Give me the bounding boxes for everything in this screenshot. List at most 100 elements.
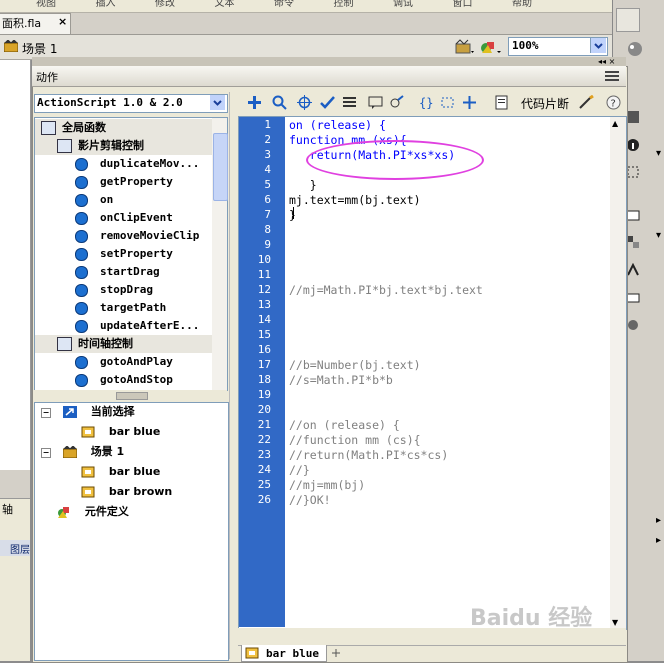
chevron-down-icon[interactable]: [590, 38, 606, 53]
splitter-handle[interactable]: [116, 392, 148, 400]
code-line[interactable]: //mj=Math.PI*bj.text*bj.text: [289, 283, 483, 297]
action-icon: [75, 157, 88, 171]
script-assist-icon[interactable]: [578, 94, 594, 110]
category-movieclip-control[interactable]: 影片剪辑控制: [35, 137, 215, 155]
script-navigator[interactable]: − 当前选择 bar blue − 场景 1 bar blue bar brow…: [34, 402, 229, 661]
code-line[interactable]: on (release) {: [289, 118, 386, 132]
list-item[interactable]: stopDrag: [75, 281, 153, 299]
collapse-selection-icon[interactable]: [440, 95, 455, 110]
menu-item[interactable]: 插入: [96, 0, 116, 9]
pin-script-icon[interactable]: [330, 647, 342, 662]
help-icon[interactable]: ?: [606, 95, 621, 110]
panel-menu-icon[interactable]: [605, 70, 619, 82]
code-line[interactable]: //return(Math.PI*cs*cs): [289, 448, 448, 462]
code-hint-icon[interactable]: [368, 95, 383, 110]
nav-label: 元件定义: [84, 505, 129, 518]
scroll-down-icon[interactable]: ▼: [612, 618, 618, 627]
code-line[interactable]: }: [289, 178, 317, 192]
expand-all-icon[interactable]: [462, 95, 477, 110]
tool-button[interactable]: [616, 8, 640, 32]
edit-symbols-icon[interactable]: [480, 39, 502, 58]
code-line[interactable]: //mj=mm(bj): [289, 478, 365, 492]
line-number: 26: [257, 493, 271, 506]
category-timeline-control[interactable]: 时间轴控制: [35, 335, 215, 353]
scroll-up-icon[interactable]: ▲: [612, 119, 618, 128]
code-line[interactable]: //}: [289, 463, 310, 477]
chevron-right-icon[interactable]: ▸: [656, 515, 661, 526]
code-line[interactable]: mj.text=mm(bj.text): [289, 193, 421, 207]
behaviors-icon[interactable]: [626, 262, 640, 280]
folder-icon[interactable]: [626, 290, 640, 307]
menu-item[interactable]: 视图: [36, 0, 56, 9]
snippets-icon[interactable]: [494, 95, 509, 110]
debug-options-icon[interactable]: [390, 95, 405, 110]
align-icon[interactable]: [626, 110, 640, 127]
list-item[interactable]: targetPath: [75, 299, 166, 317]
menu-item[interactable]: 修改: [155, 0, 175, 9]
close-document-button[interactable]: ×: [58, 15, 67, 28]
collapse-braces-icon[interactable]: {}: [418, 95, 433, 110]
transform-icon[interactable]: [626, 165, 640, 182]
actions-panel-titlebar[interactable]: [32, 66, 626, 87]
find-icon[interactable]: [272, 95, 287, 110]
panel-dock-strip: [32, 57, 626, 66]
target-path-icon[interactable]: [297, 95, 312, 110]
list-item[interactable]: gotoAndPlay: [75, 353, 173, 371]
code-line[interactable]: //function mm (cs){: [289, 433, 421, 447]
components-icon[interactable]: [626, 235, 640, 252]
chevron-down-icon[interactable]: ▾: [656, 230, 661, 241]
menu-item[interactable]: 命令: [274, 0, 294, 9]
menu-item[interactable]: 窗口: [453, 0, 473, 9]
list-item[interactable]: onClipEvent: [75, 209, 173, 227]
menu-item[interactable]: 文本: [215, 0, 235, 9]
button-symbol-icon: [81, 486, 95, 498]
collapse-arrows-icon[interactable]: ◂◂ ×: [598, 57, 615, 66]
stage-area[interactable]: [0, 60, 31, 470]
list-item-label: startDrag: [100, 265, 160, 278]
check-syntax-icon[interactable]: [320, 95, 335, 110]
menu-item[interactable]: 调试: [393, 0, 413, 9]
edit-scene-icon[interactable]: [455, 39, 475, 58]
actions-toolbox-tree[interactable]: 全局函数 影片剪辑控制 duplicateMov... getProperty …: [34, 117, 216, 391]
nav-item[interactable]: bar brown: [81, 483, 172, 501]
list-item[interactable]: removeMovieClip: [75, 227, 199, 245]
menu-item[interactable]: 帮助: [512, 0, 532, 9]
library-icon[interactable]: [626, 208, 640, 225]
list-item[interactable]: getProperty: [75, 173, 173, 191]
scrollbar-thumb[interactable]: [213, 133, 228, 201]
nav-item[interactable]: bar blue: [81, 423, 160, 441]
nav-item[interactable]: bar blue: [81, 463, 160, 481]
nav-scene[interactable]: − 场景 1: [41, 443, 124, 461]
list-item[interactable]: updateAfterE...: [75, 317, 199, 335]
nav-symbol-definitions[interactable]: 元件定义: [57, 503, 129, 521]
snippets-button[interactable]: 代码片断: [521, 95, 569, 112]
collapse-icon[interactable]: −: [41, 448, 51, 458]
book-icon: [57, 139, 72, 153]
list-item[interactable]: duplicateMov...: [75, 155, 199, 173]
editor-scrollbar[interactable]: ▲ ▼: [610, 116, 627, 630]
list-item[interactable]: gotoAndStop: [75, 371, 173, 389]
chevron-right-icon[interactable]: ▸: [656, 535, 661, 546]
nav-current-selection[interactable]: − 当前选择: [41, 403, 135, 421]
auto-format-icon[interactable]: [342, 95, 357, 110]
action-icon: [75, 211, 88, 225]
chevron-down-icon[interactable]: [210, 95, 225, 110]
add-item-icon[interactable]: [247, 95, 262, 110]
category-global-functions[interactable]: 全局函数: [35, 119, 215, 137]
movie-explorer-icon[interactable]: [626, 318, 640, 335]
code-line[interactable]: //}OK!: [289, 493, 331, 507]
menu-item[interactable]: 控制: [334, 0, 354, 9]
chevron-down-icon[interactable]: ▾: [656, 148, 661, 159]
palette-icon[interactable]: [626, 40, 644, 61]
code-line[interactable]: //on (release) {: [289, 418, 400, 432]
code-line[interactable]: //b=Number(bj.text): [289, 358, 421, 372]
vertical-splitter[interactable]: [229, 92, 238, 659]
list-item[interactable]: startDrag: [75, 263, 160, 281]
collapse-icon[interactable]: −: [41, 408, 51, 418]
text-caret: [293, 207, 294, 219]
info-icon[interactable]: [626, 138, 640, 155]
svg-text:{}: {}: [419, 96, 433, 110]
code-line[interactable]: //s=Math.PI*b*b: [289, 373, 393, 387]
list-item[interactable]: on: [75, 191, 113, 209]
list-item[interactable]: setProperty: [75, 245, 173, 263]
